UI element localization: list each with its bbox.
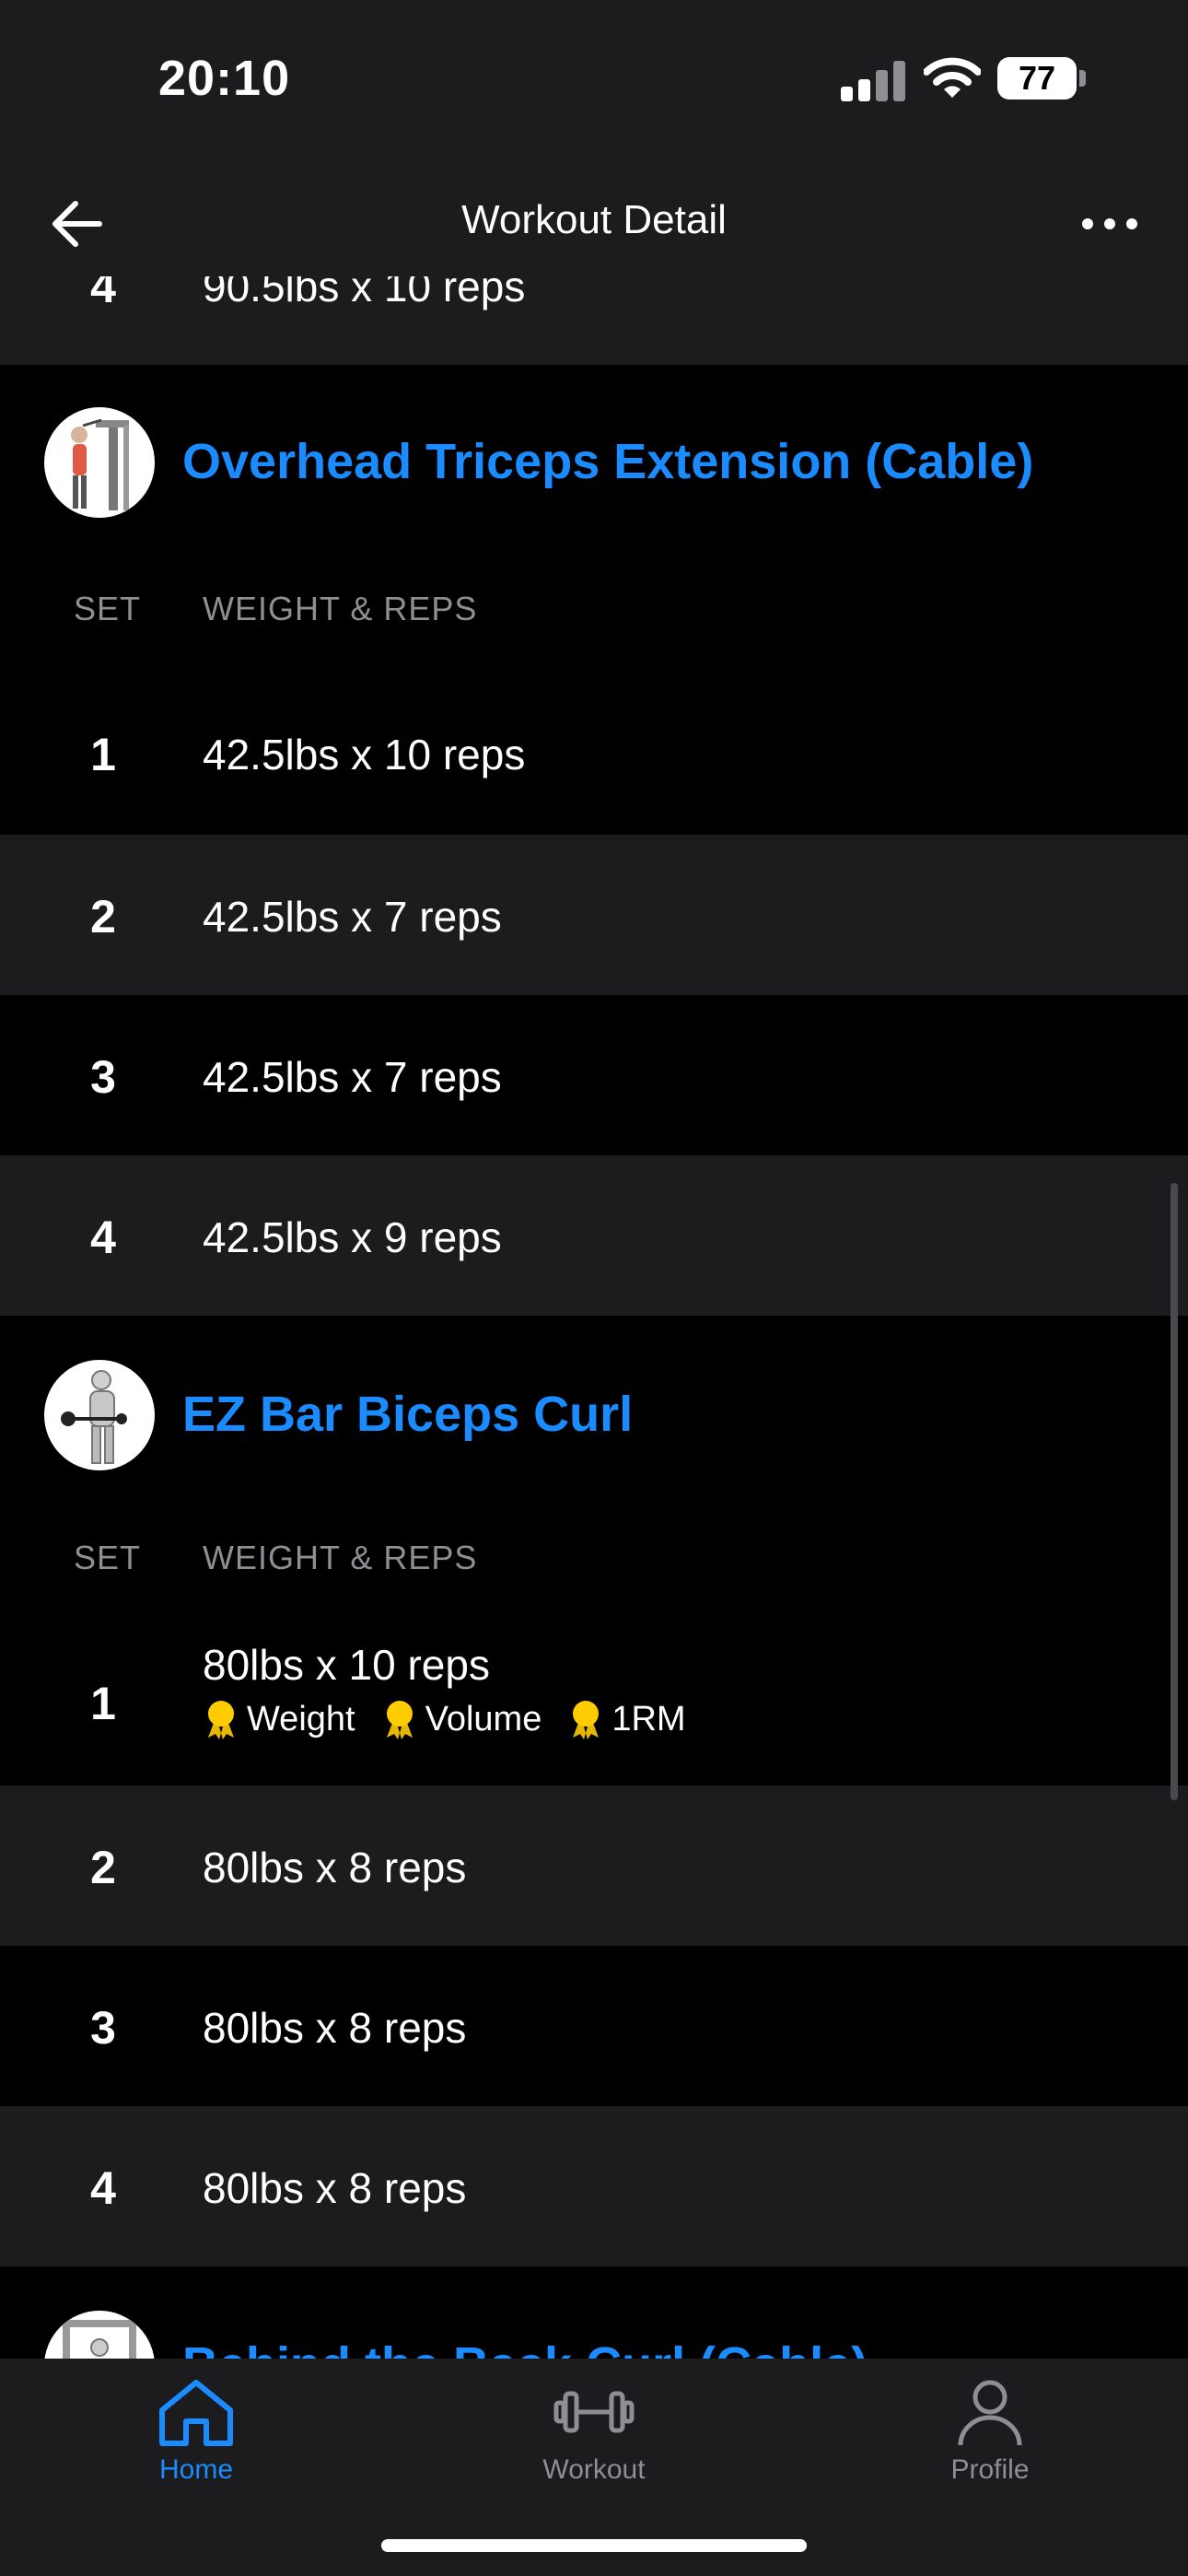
exercise-thumbnail	[44, 1360, 155, 1470]
set-table-header: SET WEIGHT & REPS	[0, 1509, 1188, 1618]
set-number: 3	[90, 2002, 116, 2054]
wifi-icon	[924, 57, 981, 98]
weight-reps-column-label: WEIGHT & REPS	[203, 1539, 478, 1576]
record-weight-label: Weight	[247, 1699, 355, 1739]
exercise-header[interactable]: EZ Bar Biceps Curl	[0, 1316, 1188, 1509]
set-number: 3	[90, 1051, 116, 1103]
record-badge: Volume	[381, 1699, 542, 1739]
weight-reps: 80lbs x 8 reps	[203, 2004, 467, 2052]
weight-reps: 42.5lbs x 10 reps	[203, 731, 526, 779]
weight-reps: 80lbs x 10 reps	[203, 1641, 490, 1689]
weight-reps: 80lbs x 8 reps	[203, 2164, 467, 2212]
set-number: 4	[90, 2162, 116, 2214]
battery-icon: 77	[997, 57, 1077, 100]
record-badge: Weight	[203, 1699, 355, 1739]
tab-home[interactable]: Home	[86, 2375, 307, 2486]
workout-detail-list[interactable]: 4 90.5lbs x 10 reps Overhead Triceps Ext…	[0, 0, 1188, 2359]
person-icon	[958, 2380, 1022, 2446]
cellular-signal-icon	[841, 61, 905, 101]
tab-profile[interactable]: Profile	[879, 2375, 1101, 2486]
personal-record-badges: Weight Volume 1RM	[203, 1699, 712, 1739]
status-time: 20:10	[158, 51, 291, 106]
record-badge: 1RM	[567, 1699, 686, 1739]
weight-reps: 42.5lbs x 9 reps	[203, 1213, 502, 1261]
table-row: 3 80lbs x 8 reps	[0, 1946, 1188, 2106]
exercise-thumbnail	[44, 2311, 155, 2359]
home-icon	[159, 2380, 233, 2446]
table-row: 4 42.5lbs x 9 reps	[0, 1155, 1188, 1316]
set-column-label: SET	[74, 1539, 142, 1576]
weight-reps-column-label: WEIGHT & REPS	[203, 590, 478, 627]
exercise-thumbnail	[44, 407, 155, 518]
table-row: 2 80lbs x 8 reps	[0, 1786, 1188, 1946]
home-indicator[interactable]	[381, 2539, 807, 2552]
weight-reps: 42.5lbs x 7 reps	[203, 1053, 502, 1101]
table-row: 2 42.5lbs x 7 reps	[0, 835, 1188, 995]
medal-icon	[573, 1701, 600, 1739]
table-row: 1 42.5lbs x 10 reps	[0, 674, 1188, 835]
record-volume-label: Volume	[425, 1699, 542, 1739]
set-table-header: SET WEIGHT & REPS	[0, 558, 1188, 667]
page-title: Workout Detail	[461, 197, 727, 242]
exercise-name[interactable]: Behind the Back Curl (Cable)	[182, 2336, 868, 2359]
table-row: 4 80lbs x 8 reps	[0, 2106, 1188, 2266]
medal-icon	[386, 1701, 413, 1739]
set-number: 2	[90, 891, 116, 943]
tab-profile-label: Profile	[950, 2454, 1030, 2485]
tab-workout-label: Workout	[542, 2454, 646, 2485]
battery-cap	[1079, 70, 1086, 87]
exercise-name[interactable]: Overhead Triceps Extension (Cable)	[182, 433, 1033, 490]
set-number: 4	[90, 1212, 116, 1263]
set-column-label: SET	[74, 590, 142, 627]
top-bar: 20:10 77 Workout Detail	[0, 0, 1188, 276]
set-number: 2	[90, 1842, 116, 1893]
weight-reps: 42.5lbs x 7 reps	[203, 893, 502, 941]
table-row: 3 42.5lbs x 7 reps	[0, 995, 1188, 1155]
tab-home-label: Home	[158, 2454, 234, 2485]
exercise-header[interactable]: Behind the Back Curl (Cable)	[0, 2266, 1188, 2359]
weight-reps: 80lbs x 8 reps	[203, 1844, 467, 1891]
tab-workout[interactable]: Workout	[483, 2375, 705, 2486]
medal-icon	[208, 1701, 234, 1739]
dumbbell-icon	[553, 2391, 635, 2433]
record-1rm-label: 1RM	[611, 1699, 686, 1739]
scrollbar[interactable]	[1171, 1183, 1178, 1800]
exercise-header[interactable]: Overhead Triceps Extension (Cable)	[0, 365, 1188, 558]
set-number: 1	[90, 1678, 116, 1729]
exercise-name[interactable]: EZ Bar Biceps Curl	[182, 1386, 633, 1443]
set-number: 1	[90, 729, 116, 780]
more-icon[interactable]	[1077, 201, 1142, 247]
